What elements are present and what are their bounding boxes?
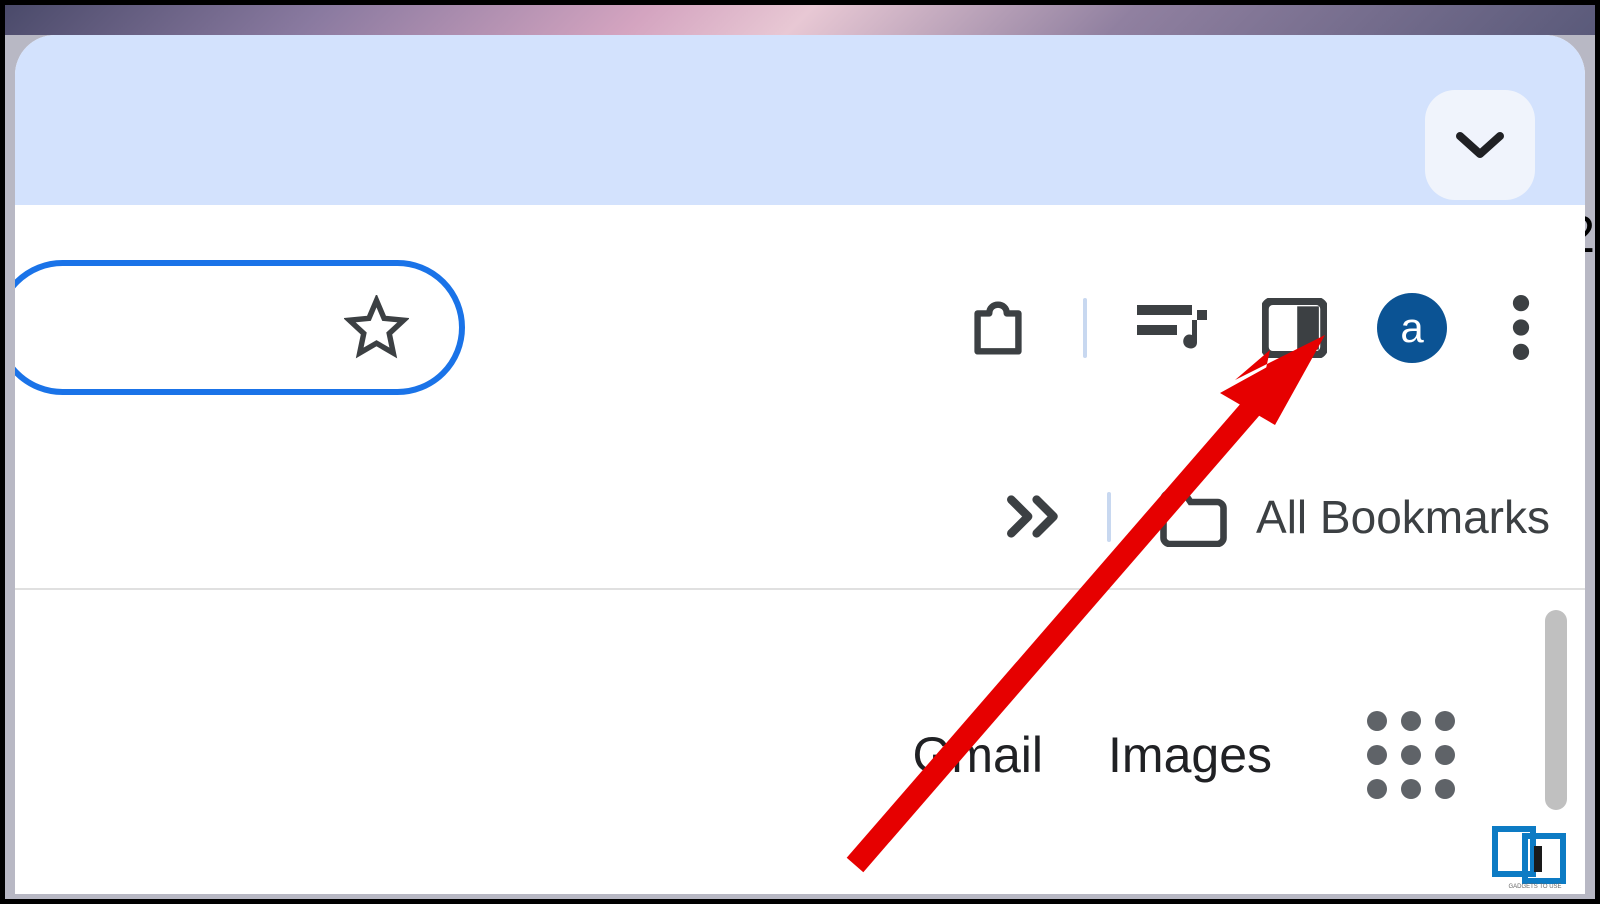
watermark-logo: GADGETS TO USE — [1490, 824, 1580, 889]
puzzle-icon — [963, 293, 1033, 363]
svg-text:GADGETS TO USE: GADGETS TO USE — [1508, 884, 1561, 889]
side-panel-button[interactable] — [1262, 298, 1327, 358]
chrome-browser-window: a All Bookmarks — [15, 35, 1585, 894]
images-link[interactable]: Images — [1108, 726, 1272, 784]
avatar-initial: a — [1400, 304, 1423, 352]
chevron-down-icon — [1455, 128, 1505, 163]
page-content: Gmail Images — [15, 590, 1585, 894]
more-menu-button[interactable] — [1512, 295, 1530, 360]
double-chevron-right-icon — [1007, 494, 1062, 539]
panel-icon — [1262, 298, 1327, 358]
all-bookmarks-label: All Bookmarks — [1256, 490, 1550, 544]
toolbar: a — [15, 205, 1585, 445]
three-dots-icon — [1512, 295, 1530, 360]
star-icon[interactable] — [344, 295, 409, 360]
media-controls-button[interactable] — [1137, 300, 1212, 355]
address-bar[interactable] — [15, 260, 465, 395]
toolbar-divider — [1083, 298, 1087, 358]
scrollbar-thumb[interactable] — [1545, 610, 1567, 810]
desktop-wallpaper — [5, 5, 1595, 35]
extensions-button[interactable] — [963, 293, 1033, 363]
toolbar-actions: a — [963, 260, 1545, 395]
apps-grid-icon — [1367, 711, 1455, 799]
folder-icon — [1156, 487, 1231, 547]
bookmarks-bar: All Bookmarks — [15, 445, 1585, 590]
google-apps-button[interactable] — [1367, 711, 1455, 799]
tab-strip — [15, 35, 1585, 205]
bookmarks-overflow-button[interactable] — [1007, 494, 1062, 539]
bookmarks-divider — [1107, 492, 1111, 542]
music-queue-icon — [1137, 300, 1212, 355]
all-bookmarks-button[interactable]: All Bookmarks — [1156, 487, 1550, 547]
minimize-button[interactable] — [1425, 90, 1535, 200]
profile-avatar[interactable]: a — [1377, 293, 1447, 363]
gmail-link[interactable]: Gmail — [912, 726, 1043, 784]
